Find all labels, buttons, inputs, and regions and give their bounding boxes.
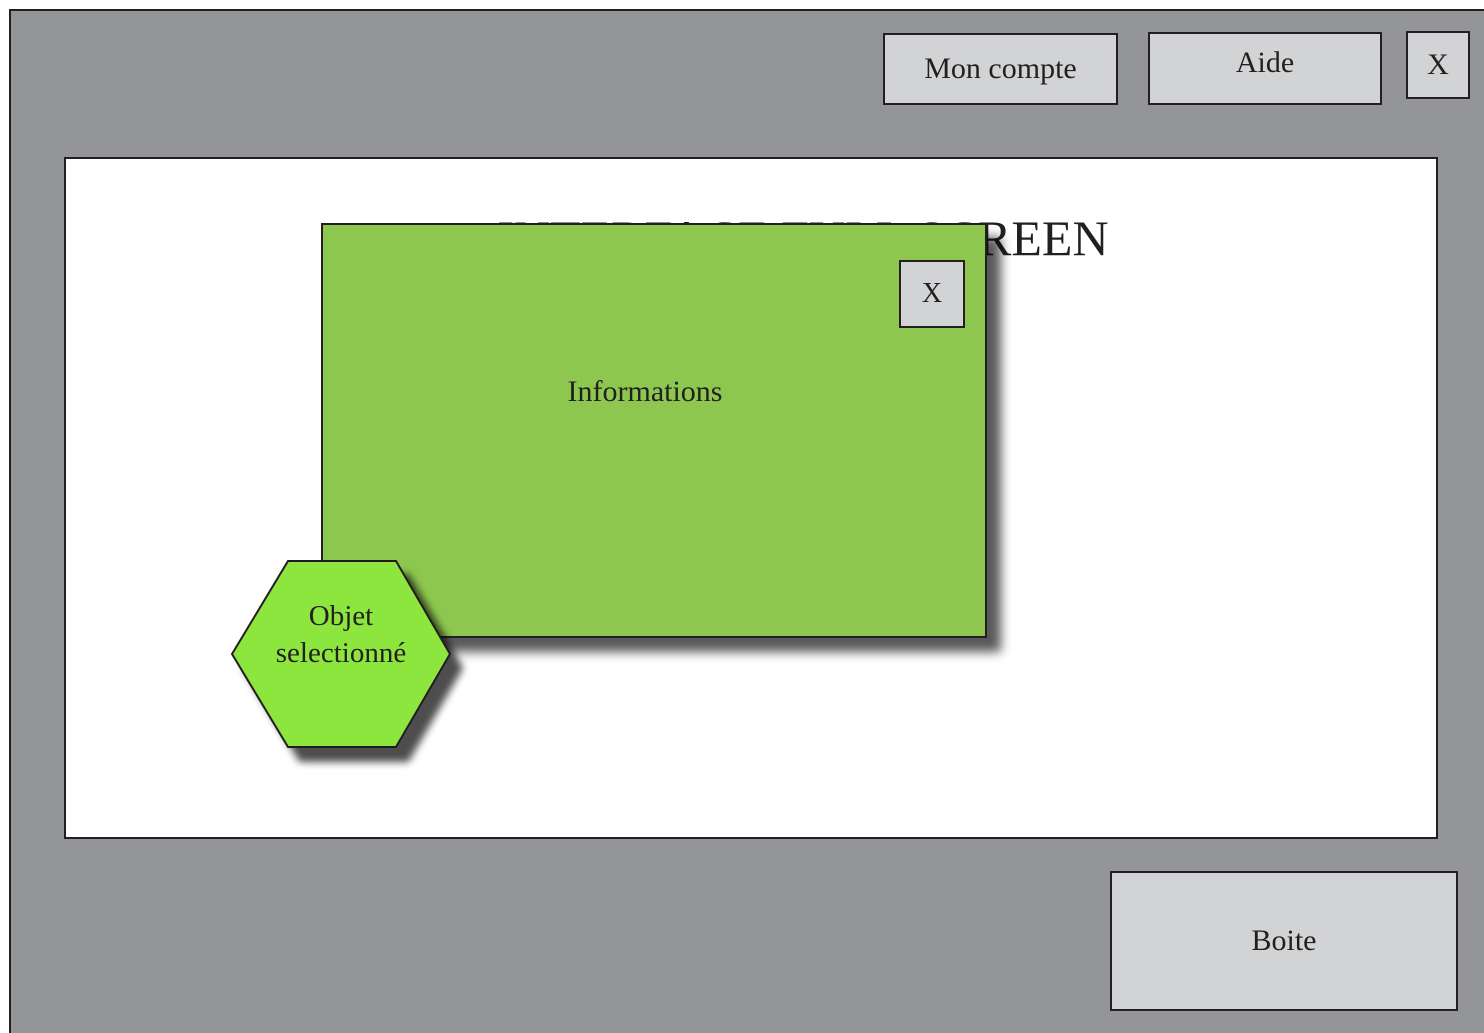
close-app-button[interactable]: X <box>1406 31 1470 99</box>
information-panel-label: Informations <box>567 375 723 408</box>
selected-object-line1: Objet <box>308 600 374 632</box>
selected-object-label: Objet selectionné <box>231 598 451 672</box>
selected-object[interactable]: Objet selectionné <box>228 558 468 770</box>
selected-object-line2: selectionné <box>275 637 407 669</box>
help-button[interactable]: Aide <box>1148 32 1382 105</box>
close-information-button[interactable]: X <box>899 260 965 328</box>
my-account-button[interactable]: Mon compte <box>883 33 1118 105</box>
box-button[interactable]: Boite <box>1110 871 1458 1011</box>
